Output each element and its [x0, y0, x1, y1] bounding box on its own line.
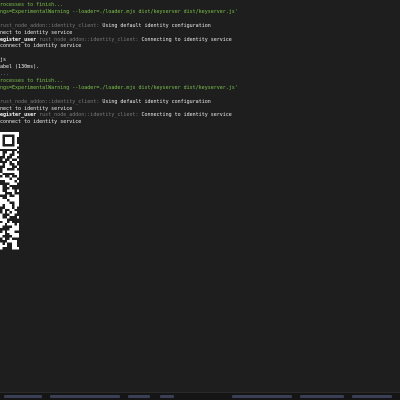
terminal-line: egister_user rust_node_addon::identity_c… — [0, 37, 232, 44]
terminal-line: ngs=ExperimentalWarning --loader=./loade… — [0, 85, 238, 92]
terminal-text: js — [0, 57, 7, 64]
terminal-text: rocesses to finish... — [0, 77, 64, 84]
terminal-text-segment: rust_node_addon::identity_client: — [36, 112, 142, 119]
terminal-text: ngs=ExperimentalWarning --loader=./loade… — [0, 8, 238, 15]
terminal-line: rust_node_addon::identity_client: Using … — [0, 23, 211, 30]
terminal-line: rocesses to finish... — [0, 78, 63, 85]
terminal-line: rocesses to finish... — [0, 2, 63, 9]
terminal-text: connect to identity service — [0, 43, 82, 50]
terminal-line: rust_node_addon::identity_client: Using … — [0, 99, 211, 106]
terminal-line: abel (130ms). — [0, 64, 39, 71]
terminal-text-segment: Connecting to identity service — [141, 112, 232, 119]
terminal-line: connect to identity service — [0, 43, 81, 50]
terminal-text-segment: rust_node_addon::identity_client: — [0, 22, 103, 29]
terminal-text: connect to identity service — [0, 119, 82, 126]
terminal-line: egister_user rust_node_addon::identity_c… — [0, 112, 232, 119]
terminal-line: nect to identity service — [0, 30, 72, 37]
terminal-text: ... — [0, 71, 10, 77]
terminal-line: nect to identity service — [0, 106, 72, 113]
terminal-text: rocesses to finish... — [0, 2, 64, 8]
terminal-text-segment: egister_user — [0, 36, 37, 43]
terminal-line: connect to identity service — [0, 119, 81, 126]
terminal-text: ngs=ExperimentalWarning --loader=./loade… — [0, 84, 238, 91]
terminal-text: nect to identity service — [0, 29, 73, 36]
terminal-text-segment: Using default identity configuration — [102, 98, 211, 105]
terminal-text-segment: Using default identity configuration — [102, 22, 211, 29]
qr-code-icon — [0, 132, 20, 250]
terminal-line: js — [0, 57, 6, 64]
terminal-text-segment: egister_user — [0, 112, 37, 119]
terminal-text-segment: Connecting to identity service — [141, 36, 232, 43]
status-bar — [0, 392, 400, 400]
terminal-text: nect to identity service — [0, 105, 73, 112]
terminal-text-segment: rust_node_addon::identity_client: — [0, 98, 103, 105]
terminal-line: ... — [0, 71, 9, 78]
terminal-text-segment: rust_node_addon::identity_client: — [36, 36, 142, 43]
terminal-window[interactable]: rocesses to finish... ngs=ExperimentalWar… — [0, 0, 400, 400]
terminal-text: abel (130ms). — [0, 64, 40, 71]
terminal-line: ngs=ExperimentalWarning --loader=./loade… — [0, 9, 238, 16]
